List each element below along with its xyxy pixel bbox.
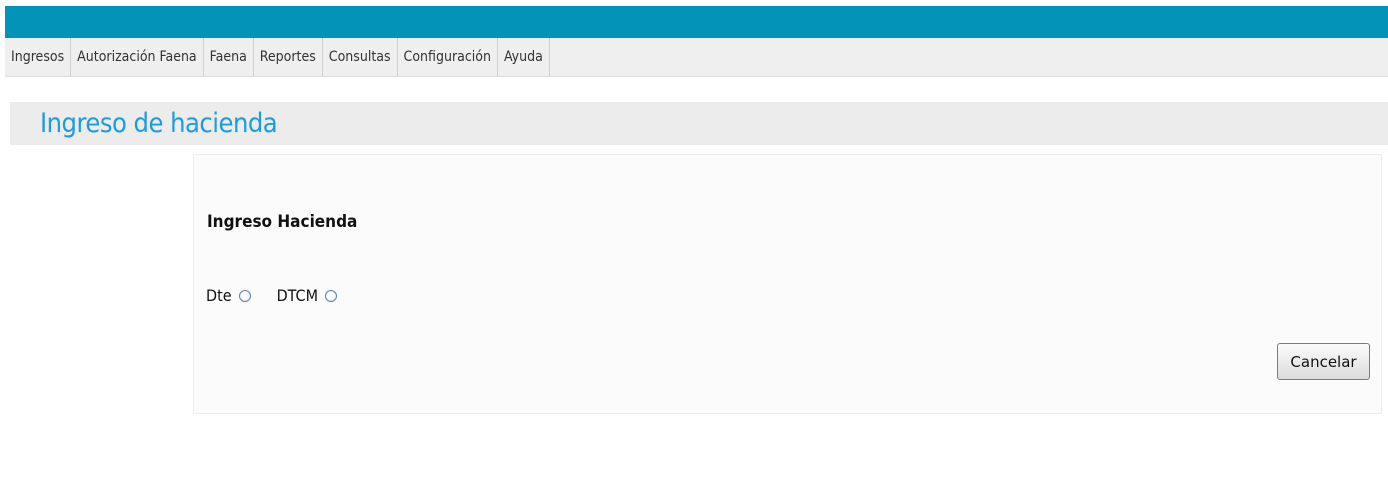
radio-label-dtcm: DTCM <box>276 286 319 305</box>
menu-item-configuracion[interactable]: Configuración <box>398 38 498 76</box>
menu-item-reportes[interactable]: Reportes <box>254 38 323 76</box>
menu-item-faena[interactable]: Faena <box>204 38 254 76</box>
cancel-button[interactable]: Cancelar <box>1277 343 1370 380</box>
menu-item-autorizacion-faena[interactable]: Autorización Faena <box>71 38 204 76</box>
menu-item-consultas[interactable]: Consultas <box>323 38 398 76</box>
main-menu: Ingresos Autorización Faena Faena Report… <box>5 38 1388 77</box>
section-title: Ingreso Hacienda <box>207 212 358 232</box>
page-title: Ingreso de hacienda <box>40 108 278 139</box>
radio-label-dte: Dte <box>206 286 232 305</box>
menu-item-ingresos[interactable]: Ingresos <box>5 38 72 76</box>
menu-item-ayuda[interactable]: Ayuda <box>498 38 550 76</box>
radio-dte[interactable] <box>238 289 251 302</box>
document-type-options: Dte DTCM <box>206 286 338 305</box>
radio-dtcm[interactable] <box>325 289 338 302</box>
header-bar <box>5 6 1388 38</box>
form-panel: Ingreso Hacienda Dte DTCM Cancelar <box>193 154 1382 414</box>
page-title-bar: Ingreso de hacienda <box>10 102 1388 145</box>
